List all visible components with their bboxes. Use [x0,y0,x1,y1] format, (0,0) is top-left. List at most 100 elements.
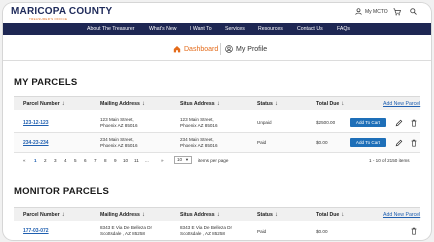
page-link[interactable]: 8 [104,156,107,166]
col-situs-address[interactable]: Situs Address ↓ [180,97,220,111]
col-total-due[interactable]: Total Due ↓ [316,208,344,222]
sort-arrow-icon: ↓ [141,212,145,218]
nav-faqs[interactable]: FAQs [337,23,350,35]
dashboard-subnav: Dashboard My Profile [3,41,431,59]
page-link[interactable]: 6 [84,156,87,166]
total-due: $0.00 [316,229,328,234]
edit-pencil-icon[interactable] [395,119,403,127]
table-row: 234-23-234 234 Main Street, Phoenix AZ 8… [14,133,420,153]
parcel-number-link[interactable]: 123-12-123 [23,120,49,126]
parcel-number-link[interactable]: 177-03-072 [23,228,49,234]
my-mcto-link[interactable]: My MCTO [355,8,388,15]
mailing-address-line1: 123 Main Street, [100,117,134,122]
cart-button[interactable] [393,8,401,16]
items-per-page-value: 10 [177,157,183,162]
pagination-range: 1 - 10 of 2150 items [369,158,410,163]
logo-subtitle: TREASURER'S OFFICE [29,17,68,21]
col-parcel-number[interactable]: Parcel Number ↓ [23,97,65,111]
nav-resources[interactable]: Resources [258,23,283,35]
add-new-parcel-link[interactable]: Add New Parcel [383,97,420,111]
search-button[interactable] [410,8,417,15]
situs-address-line1: 123 Main Street, [180,117,214,122]
add-new-parcel-link[interactable]: Add New Parcel [383,208,420,222]
my-parcels-header-row: Parcel Number ↓ Mailing Address ↓ Situs Ad… [14,96,420,110]
mailing-address-line2: Phoenix AZ 85016 [100,143,138,148]
page-link[interactable]: 7 [94,156,97,166]
page-link[interactable]: 5 [74,156,77,166]
col-mailing-address[interactable]: Mailing Address ↓ [100,97,145,111]
chevron-down-icon: ▼ [185,157,189,162]
nav-services[interactable]: Services [225,23,245,35]
pagination-prev[interactable]: « [23,156,26,166]
monitor-parcels-title: MONITOR PARCELS [14,186,110,197]
situs-address-line1: 234 Main Street, [180,137,214,142]
sort-arrow-icon: ↓ [274,101,278,107]
page-link[interactable]: 10 [123,156,128,166]
edit-pencil-icon[interactable] [395,139,403,147]
col-parcel-number[interactable]: Parcel Number ↓ [23,208,65,222]
status-text: Paid [257,229,267,234]
tab-dashboard[interactable]: Dashboard [173,44,218,54]
page-ellipsis[interactable]: ... [145,156,149,166]
sort-arrow-icon: ↓ [341,212,345,218]
top-bar: MARICOPA COUNTY TREASURER'S OFFICE My MC… [3,3,431,23]
tab-dashboard-label: Dashboard [184,45,219,53]
col-total-due[interactable]: Total Due ↓ [316,97,344,111]
profile-icon [225,45,233,53]
table-row: 177-03-072 8343 E Via De Belleza Dr Scot… [14,222,420,240]
col-mailing-address[interactable]: Mailing Address ↓ [100,208,145,222]
total-due: $0.00 [316,140,328,145]
col-situs-address[interactable]: Situs Address ↓ [180,208,220,222]
sort-arrow-icon: ↓ [61,212,65,218]
status-text: Paid [257,140,267,145]
trash-icon[interactable] [410,119,418,127]
trash-icon[interactable] [410,227,418,235]
situs-address-line1: 8343 E Via De Belleza Dr [180,225,233,230]
total-due: $2500.00 [316,120,336,125]
add-to-cart-button[interactable]: Add To Cart [350,138,386,147]
mailing-address-line1: 8343 E Via De Belleza Dr [100,225,153,230]
add-to-cart-button[interactable]: Add To Cart [350,118,386,127]
situs-address-line2: Scottsdale , AZ 85258 [180,231,225,236]
page-frame: MARICOPA COUNTY TREASURER'S OFFICE My MC… [3,3,431,240]
items-per-page-select[interactable]: 10 ▼ [174,156,192,164]
situs-address-line2: Phoenix AZ 85016 [180,123,218,128]
search-icon [410,8,417,15]
pagination-next[interactable]: » [161,156,164,166]
trash-icon[interactable] [410,139,418,147]
monitor-parcels-header-row: Parcel Number ↓ Mailing Address ↓ Situs Ad… [14,207,420,221]
sort-arrow-icon: ↓ [216,101,220,107]
logo-text: MARICOPA COUNTY [11,6,113,17]
page-link[interactable]: 1 [34,156,37,166]
items-per-page-label: items per page [198,158,229,163]
nav-about-the-treasurer[interactable]: About The Treasurer [87,23,134,35]
page-link[interactable]: 9 [114,156,117,166]
cart-icon [393,8,401,16]
nav-whats-new[interactable]: What's New [149,23,177,35]
sort-arrow-icon: ↓ [141,101,145,107]
subnav-underline [3,60,431,61]
mailing-address-line2: Phoenix AZ 85016 [100,123,138,128]
page-link[interactable]: 3 [54,156,57,166]
page-link[interactable]: 4 [64,156,67,166]
tab-my-profile-label: My Profile [236,45,268,53]
logo[interactable]: MARICOPA COUNTY TREASURER'S OFFICE [11,6,113,21]
nav-contact-us[interactable]: Contact Us [297,23,323,35]
sort-arrow-icon: ↓ [341,101,345,107]
sort-arrow-icon: ↓ [216,212,220,218]
page-link[interactable]: 11 [134,156,139,166]
situs-address-line2: Phoenix AZ 85016 [180,143,218,148]
page-link[interactable]: 2 [44,156,47,166]
nav-i-want-to[interactable]: I Want To [190,23,212,35]
parcel-number-link[interactable]: 234-23-234 [23,140,49,146]
col-status[interactable]: Status ↓ [257,208,278,222]
pagination: « 1 2 3 4 5 6 7 8 9 10 11 ... » 10 ▼ ite… [14,156,420,166]
sort-arrow-icon: ↓ [61,101,65,107]
tab-my-profile[interactable]: My Profile [225,44,267,54]
my-mcto-label: My MCTO [365,8,388,15]
col-status[interactable]: Status ↓ [257,97,278,111]
home-icon [173,46,181,53]
table-row: 123-12-123 123 Main Street, Phoenix AZ 8… [14,113,420,133]
mailing-address-line2: Scottsdale , AZ 85258 [100,231,145,236]
status-text: Unpaid [257,120,272,125]
